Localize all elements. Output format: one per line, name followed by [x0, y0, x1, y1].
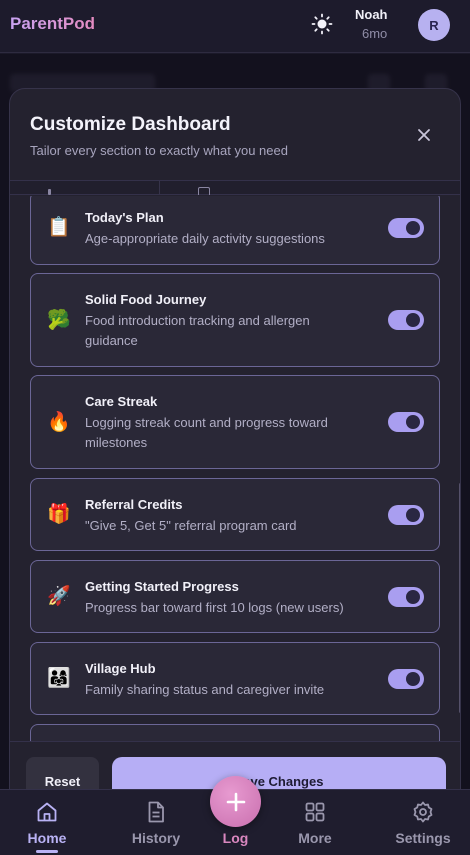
rocket-icon: 🚀 — [47, 586, 71, 607]
item-toggle[interactable] — [388, 505, 424, 525]
log-label: Log — [222, 830, 249, 846]
active-indicator — [36, 850, 58, 853]
gift-icon: 🎁 — [47, 504, 71, 525]
tab-divider — [159, 181, 160, 195]
modal-title: Customize Dashboard — [30, 114, 231, 135]
clipboard-icon: 📋 — [47, 217, 71, 238]
modal-subtitle: Tailor every section to exactly what you… — [30, 143, 288, 158]
list-item[interactable]: 📋 Today's Plan Age-appropriate daily act… — [30, 196, 440, 265]
avatar[interactable]: R — [418, 9, 450, 41]
item-description: "Give 5, Get 5" referral program card — [85, 518, 297, 533]
item-toggle[interactable] — [388, 587, 424, 607]
section-list[interactable]: 📋 Today's Plan Age-appropriate daily act… — [10, 196, 460, 741]
item-description: Family sharing status and caregiver invi… — [85, 682, 325, 697]
item-description: Logging streak count and progress toward… — [85, 415, 328, 450]
item-title: Today's Plan — [85, 210, 164, 225]
nav-label: Settings — [395, 830, 451, 846]
item-description: Food introduction tracking and allergen … — [85, 313, 310, 348]
child-name[interactable]: Noah — [355, 7, 388, 22]
theme-toggle-icon[interactable] — [311, 13, 333, 35]
item-toggle[interactable] — [388, 310, 424, 330]
child-age: 6mo — [362, 26, 388, 41]
list-item[interactable]: 🎁 Referral Credits "Give 5, Get 5" refer… — [30, 478, 440, 551]
toggle-knob — [406, 590, 420, 604]
nav-history[interactable]: History — [116, 790, 196, 855]
nav-home[interactable]: Home — [7, 790, 87, 855]
toggle-knob — [406, 672, 420, 686]
item-description: Age-appropriate daily activity suggestio… — [85, 231, 325, 246]
tab-icon — [198, 187, 210, 195]
gear-icon — [411, 800, 435, 824]
nav-more[interactable]: More — [275, 790, 355, 855]
list-item[interactable]: 🚀 Getting Started Progress Progress bar … — [30, 560, 440, 633]
item-title: Solid Food Journey — [85, 292, 207, 307]
list-item[interactable] — [30, 724, 440, 741]
family-icon: 👨‍👩‍👧 — [47, 668, 71, 689]
list-item[interactable]: 🥦 Solid Food Journey Food introduction t… — [30, 273, 440, 367]
broccoli-icon: 🥦 — [47, 310, 71, 331]
toggle-knob — [406, 221, 420, 235]
grid-icon — [303, 800, 327, 824]
toggle-knob — [406, 508, 420, 522]
nav-label: Home — [27, 830, 67, 846]
top-app-bar: ParentPod Noah 6mo R — [0, 0, 470, 53]
toggle-knob — [406, 415, 420, 429]
list-item[interactable]: 👨‍👩‍👧 Village Hub Family sharing status … — [30, 642, 440, 715]
nav-label: History — [131, 830, 181, 846]
item-toggle[interactable] — [388, 669, 424, 689]
item-title: Getting Started Progress — [85, 579, 239, 594]
customize-dashboard-modal: Customize Dashboard Tailor every section… — [9, 88, 461, 808]
list-item[interactable]: 🔥 Care Streak Logging streak count and p… — [30, 375, 440, 469]
scrollbar[interactable] — [459, 483, 460, 713]
close-icon[interactable] — [414, 125, 434, 145]
modal-header: Customize Dashboard Tailor every section… — [10, 89, 460, 181]
log-fab-button[interactable] — [210, 776, 261, 827]
home-icon — [35, 800, 59, 824]
fire-icon: 🔥 — [47, 412, 71, 433]
item-toggle[interactable] — [388, 218, 424, 238]
document-icon — [144, 800, 168, 824]
toggle-knob — [406, 313, 420, 327]
plus-icon — [226, 792, 245, 811]
item-title: Referral Credits — [85, 497, 183, 512]
nav-settings[interactable]: Settings — [383, 790, 463, 855]
section-tabs[interactable] — [10, 181, 460, 195]
nav-label: More — [298, 830, 332, 846]
tab-icon — [48, 189, 51, 195]
item-title: Care Streak — [85, 394, 158, 409]
item-title: Village Hub — [85, 661, 156, 676]
item-description: Progress bar toward first 10 logs (new u… — [85, 600, 344, 615]
item-toggle[interactable] — [388, 412, 424, 432]
app-brand[interactable]: ParentPod — [10, 14, 95, 34]
